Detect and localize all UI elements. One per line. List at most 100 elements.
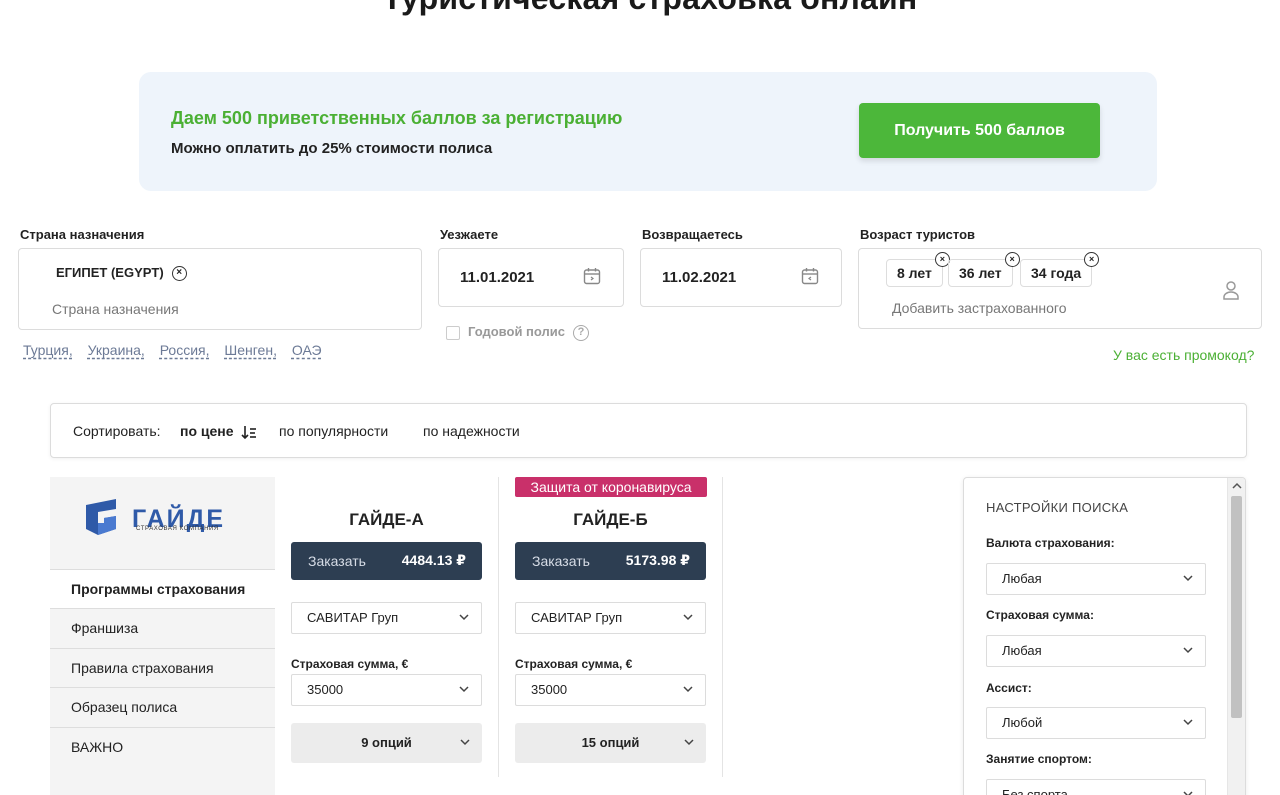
sort-by-price-label: по цене bbox=[180, 423, 234, 439]
sort-label: Сортировать: bbox=[73, 423, 161, 439]
settings-scrollbar[interactable] bbox=[1227, 478, 1245, 795]
depart-label: Уезжаете bbox=[440, 227, 499, 242]
menu-insurance-rules[interactable]: Правила страхования bbox=[50, 648, 275, 687]
promo-title: Даем 500 приветственных баллов за регист… bbox=[171, 108, 623, 128]
assist-select-value: САВИТАР Груп bbox=[307, 610, 399, 625]
sort-by-price[interactable]: по цене bbox=[180, 423, 257, 440]
order-button[interactable]: Заказать 5173.98 ₽ bbox=[515, 542, 706, 580]
menu-deductible[interactable]: Франшиза bbox=[50, 608, 275, 647]
sort-ascending-icon bbox=[241, 425, 257, 439]
person-icon[interactable] bbox=[1221, 279, 1241, 301]
sport-label: Занятие спортом: bbox=[986, 752, 1092, 766]
age-chip-label: 36 лет bbox=[959, 265, 1002, 281]
sport-select[interactable]: Без спорта bbox=[986, 779, 1206, 795]
country-input-placeholder[interactable]: Страна назначения bbox=[52, 301, 179, 317]
order-price: 4484.13 ₽ bbox=[401, 552, 466, 568]
country-tag: ЕГИПЕТ (EGYPT) × bbox=[56, 265, 187, 282]
age-chip: 36 лет × bbox=[948, 252, 1020, 287]
menu-important[interactable]: ВАЖНО bbox=[50, 727, 275, 766]
covid-protection-badge: Защита от коронавируса bbox=[515, 477, 707, 497]
promo-subtitle: Можно оплатить до 25% стоимости полиса bbox=[171, 140, 493, 157]
country-quick-links: Турция, Украина, Россия, Шенген, ОАЭ bbox=[23, 342, 333, 358]
search-settings-panel: Настройки поиска Валюта страхования: Люб… bbox=[963, 477, 1246, 795]
ages-field[interactable]: 8 лет × 36 лет × 34 года × Добавить заст… bbox=[858, 248, 1262, 329]
ages-label: Возраст туристов bbox=[860, 227, 976, 242]
column-divider bbox=[722, 477, 723, 777]
calendar-icon[interactable] bbox=[801, 267, 819, 285]
calendar-icon[interactable] bbox=[583, 267, 601, 285]
remove-country-icon[interactable]: × bbox=[171, 266, 187, 282]
menu-policy-sample[interactable]: Образец полиса bbox=[50, 687, 275, 726]
country-field[interactable]: ЕГИПЕТ (EGYPT) × Страна назначения bbox=[18, 248, 422, 330]
chevron-down-icon bbox=[1183, 647, 1193, 654]
settings-title: Настройки поиска bbox=[986, 500, 1129, 515]
product-name: ГАЙДЕ-Б bbox=[573, 510, 648, 529]
annual-policy-option[interactable]: Годовой полис? bbox=[446, 324, 589, 341]
return-label: Возвращаетесь bbox=[642, 227, 743, 242]
quick-link-ukraine[interactable]: Украина, bbox=[88, 342, 145, 358]
promo-code-link[interactable]: У вас есть промокод? bbox=[1113, 347, 1254, 363]
depart-date-value: 11.01.2021 bbox=[460, 269, 535, 286]
annual-policy-checkbox[interactable] bbox=[446, 325, 460, 340]
add-insured-placeholder[interactable]: Добавить застрахованного bbox=[892, 300, 1066, 316]
assist-filter-select[interactable]: Любой bbox=[986, 707, 1206, 739]
sport-select-value: Без спорта bbox=[1002, 787, 1068, 795]
chevron-down-icon bbox=[684, 739, 694, 746]
assist-select[interactable]: САВИТАР Груп bbox=[515, 602, 706, 634]
chevron-down-icon bbox=[683, 686, 693, 693]
chevron-down-icon bbox=[683, 614, 693, 621]
currency-select[interactable]: Любая bbox=[986, 563, 1206, 595]
assist-select-value: САВИТАР Груп bbox=[531, 610, 623, 625]
scrollbar-thumb[interactable] bbox=[1231, 496, 1242, 718]
order-price: 5173.98 ₽ bbox=[625, 552, 690, 568]
sum-select[interactable]: 35000 bbox=[291, 674, 482, 706]
company-logo[interactable]: ГАЙДЕ СТРАХОВАЯ КОМПАНИЯ bbox=[50, 477, 275, 569]
company-logo-icon bbox=[86, 499, 116, 535]
promo-banner: Даем 500 приветственных баллов за регист… bbox=[139, 72, 1157, 191]
age-chip-label: 8 лет bbox=[897, 265, 932, 281]
order-button-label: Заказать bbox=[308, 553, 366, 569]
country-label: Страна назначения bbox=[20, 227, 145, 242]
options-count: 9 опций bbox=[361, 735, 412, 750]
remove-age-icon[interactable]: × bbox=[1084, 252, 1100, 267]
country-tag-label: ЕГИПЕТ (EGYPT) bbox=[56, 265, 164, 280]
sum-select-value: 35000 bbox=[307, 682, 344, 697]
assist-select[interactable]: САВИТАР Груп bbox=[291, 602, 482, 634]
quick-link-turkey[interactable]: Турция, bbox=[23, 342, 73, 358]
sort-by-popularity[interactable]: по популярности bbox=[279, 423, 388, 439]
chevron-down-icon bbox=[459, 614, 469, 621]
return-date-field[interactable]: 11.02.2021 bbox=[640, 248, 842, 307]
currency-label: Валюта страхования: bbox=[986, 536, 1115, 550]
insured-sum-select-value: Любая bbox=[1002, 643, 1042, 658]
assist-label: Ассист: bbox=[986, 681, 1032, 695]
menu-insurance-programs[interactable]: Программы страхования bbox=[50, 569, 275, 608]
order-button-label: Заказать bbox=[532, 553, 590, 569]
quick-link-schengen[interactable]: Шенген, bbox=[224, 342, 277, 358]
order-button[interactable]: Заказать 4484.13 ₽ bbox=[291, 542, 482, 580]
age-chip: 34 года × bbox=[1020, 252, 1100, 287]
annual-policy-label: Годовой полис bbox=[468, 324, 565, 339]
product-name: ГАЙДЕ-А bbox=[349, 510, 424, 529]
depart-date-field[interactable]: 11.01.2021 bbox=[438, 248, 624, 307]
remove-age-icon[interactable]: × bbox=[1004, 252, 1020, 267]
sum-select[interactable]: 35000 bbox=[515, 674, 706, 706]
sort-by-reliability[interactable]: по надежности bbox=[423, 423, 520, 439]
options-toggle[interactable]: 15 опций bbox=[515, 723, 706, 763]
chevron-down-icon bbox=[460, 739, 470, 746]
help-icon[interactable]: ? bbox=[573, 324, 589, 341]
get-points-button[interactable]: Получить 500 баллов bbox=[859, 103, 1100, 158]
age-chip-label: 34 года bbox=[1031, 265, 1082, 281]
company-panel: ГАЙДЕ СТРАХОВАЯ КОМПАНИЯ Программы страх… bbox=[50, 477, 275, 795]
options-count: 15 опций bbox=[581, 735, 640, 750]
sum-label: Страховая сумма, € bbox=[515, 657, 633, 671]
insured-sum-select[interactable]: Любая bbox=[986, 635, 1206, 667]
quick-link-russia[interactable]: Россия, bbox=[160, 342, 210, 358]
chevron-down-icon bbox=[1183, 791, 1193, 795]
sum-select-value: 35000 bbox=[531, 682, 568, 697]
quick-link-uae[interactable]: ОАЭ bbox=[292, 342, 322, 358]
currency-select-value: Любая bbox=[1002, 571, 1042, 586]
chevron-up-icon[interactable] bbox=[1232, 482, 1242, 490]
options-toggle[interactable]: 9 опций bbox=[291, 723, 482, 763]
return-date-value: 11.02.2021 bbox=[662, 269, 737, 286]
age-chip: 8 лет × bbox=[886, 252, 950, 287]
